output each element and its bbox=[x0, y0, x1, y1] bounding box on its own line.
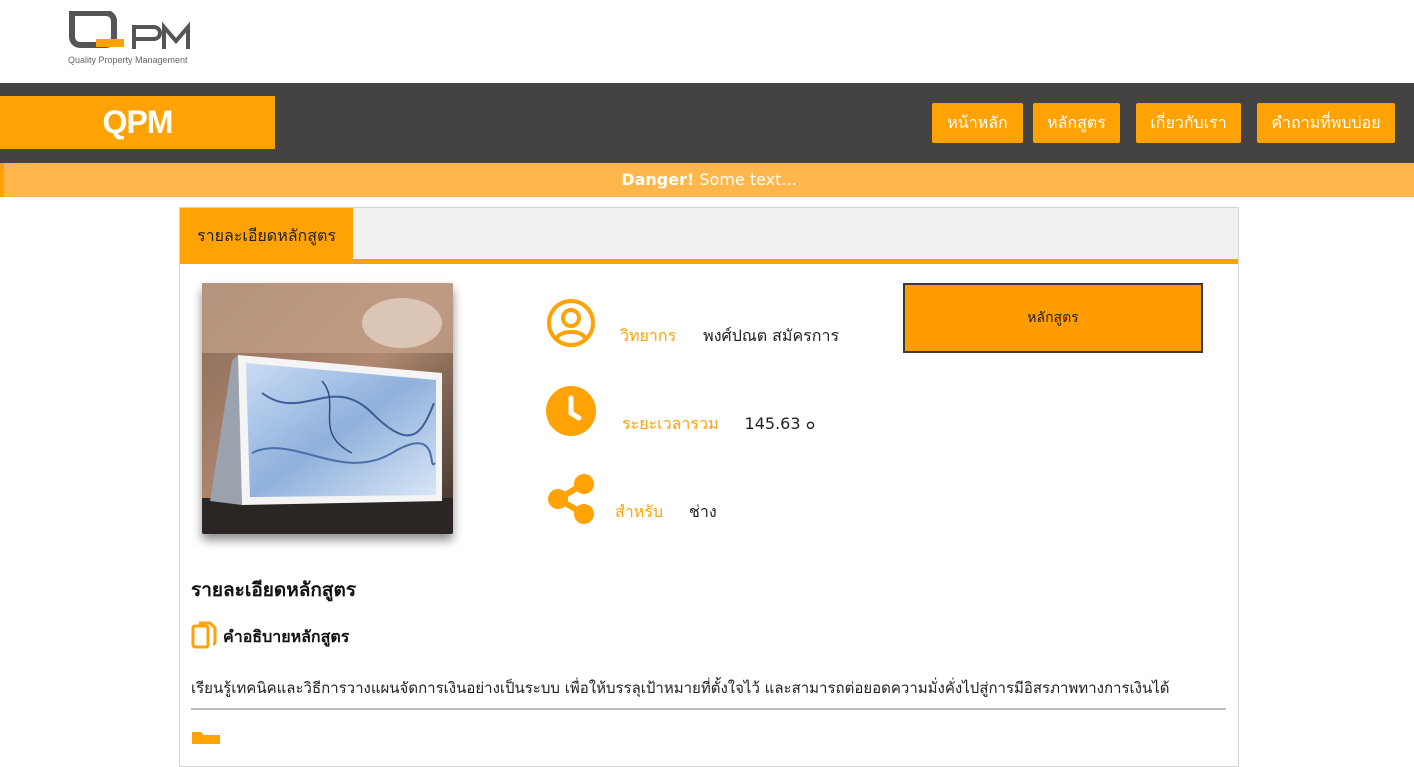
divider bbox=[191, 708, 1226, 710]
audience-label: สำหรับ bbox=[615, 502, 664, 521]
alert-bar: Danger! Some text... bbox=[0, 163, 1414, 197]
info-row-duration: ระยะเวลารวม 145.63 ๐ bbox=[545, 384, 815, 437]
course-card: รายละเอียดหลักสูตร วิทยากร พงศ์ปณต สมัคร… bbox=[179, 207, 1239, 767]
instructor-value: พงศ์ปณต สมัครการ bbox=[703, 326, 840, 345]
audience-value: ช่าง bbox=[689, 502, 717, 521]
instructor-label: วิทยากร bbox=[620, 326, 677, 345]
info-row-audience: สำหรับ ช่าง bbox=[545, 472, 717, 525]
description-heading-row: คำอธิบายหลักสูตร bbox=[191, 620, 349, 654]
duration-value: 145.63 ๐ bbox=[744, 414, 816, 433]
share-icon bbox=[545, 473, 597, 525]
nav-courses-button[interactable]: หลักสูตร bbox=[1033, 103, 1120, 143]
alert-strong: Danger! bbox=[621, 170, 695, 189]
tab-strip: รายละเอียดหลักสูตร bbox=[180, 208, 1238, 264]
duration-label: ระยะเวลารวม bbox=[622, 414, 719, 433]
course-button[interactable]: หลักสูตร bbox=[903, 283, 1203, 353]
nav-faq-button[interactable]: คำถามที่พบบ่อย bbox=[1257, 103, 1395, 143]
description-heading: คำอธิบายหลักสูตร bbox=[223, 626, 350, 646]
info-row-instructor: วิทยากร พงศ์ปณต สมัครการ bbox=[545, 296, 839, 349]
top-logo-bar: Quality Property Management bbox=[0, 0, 1414, 83]
course-image bbox=[202, 283, 453, 534]
logo-tagline: Quality Property Management bbox=[68, 55, 188, 65]
nav-home-button[interactable]: หน้าหลัก bbox=[932, 103, 1023, 143]
brand-link[interactable]: QPM bbox=[0, 96, 275, 149]
alert-text: Some text... bbox=[694, 170, 797, 189]
copy-icon bbox=[191, 620, 217, 654]
section-heading: รายละเอียดหลักสูตร bbox=[191, 579, 357, 601]
user-circle-icon bbox=[545, 297, 597, 349]
clock-icon bbox=[545, 385, 597, 437]
navbar: QPM หน้าหลัก หลักสูตร เกี่ยวกับเรา คำถาม… bbox=[0, 83, 1414, 163]
course-description: เรียนรู้เทคนิคและวิธีการวางแผนจัดการเงิน… bbox=[191, 679, 1170, 697]
tab-course-details[interactable]: รายละเอียดหลักสูตร bbox=[180, 208, 353, 264]
nav-about-button[interactable]: เกี่ยวกับเรา bbox=[1136, 103, 1241, 143]
folder-icon bbox=[192, 732, 220, 744]
brand-label: QPM bbox=[102, 104, 174, 140]
